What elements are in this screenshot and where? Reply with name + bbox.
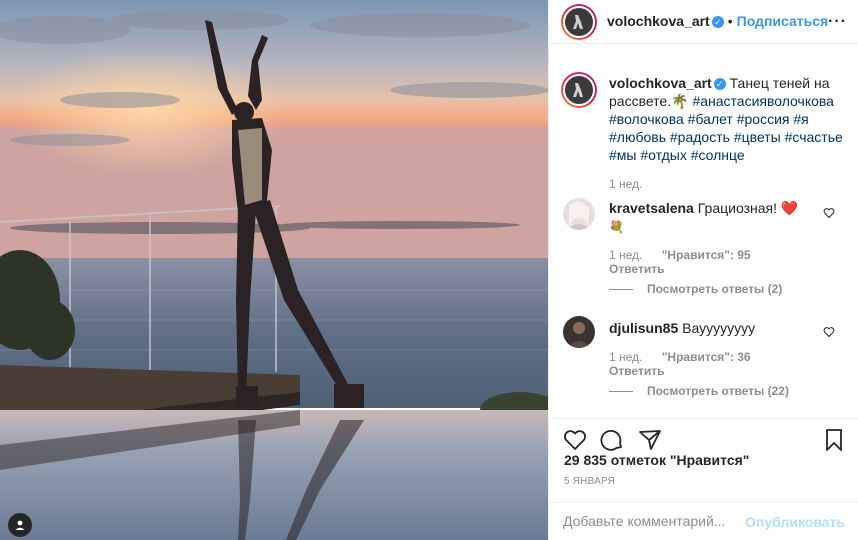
author-avatar[interactable] xyxy=(561,4,597,40)
palm-emoji: 🌴 xyxy=(671,93,689,109)
verified-icon: ✓ xyxy=(711,16,724,28)
heart-emoji: ❤️ xyxy=(780,200,799,216)
reply-button[interactable]: Ответить xyxy=(609,364,664,378)
sunset-dancer-image xyxy=(0,0,548,540)
comment-time[interactable]: 1 нед. xyxy=(609,350,642,364)
bookmark-icon[interactable] xyxy=(821,427,847,453)
reply-button[interactable]: Ответить xyxy=(609,262,664,276)
comment-icon[interactable] xyxy=(599,427,625,453)
post-header: volochkova_art ✓ • Подписаться ··· xyxy=(549,0,858,44)
publish-button[interactable]: Опубликовать xyxy=(745,514,845,530)
view-replies-button[interactable]: Посмотреть ответы (2) xyxy=(609,282,782,296)
post-side-panel: volochkova_art ✓ • Подписаться ··· volochko… xyxy=(548,0,858,540)
heart-icon[interactable] xyxy=(823,326,835,338)
view-replies-label: Посмотреть ответы (2) xyxy=(647,282,783,296)
hashtag[interactable]: #радость xyxy=(670,129,730,145)
post-caption: volochkova_art ✓ Танец теней на рассвете.… xyxy=(609,74,849,164)
comment-text: Грациозная! xyxy=(697,200,781,216)
share-icon[interactable] xyxy=(637,427,663,453)
replies-divider xyxy=(609,390,633,392)
heart-icon[interactable] xyxy=(562,427,588,453)
comment-body: djulisun85 Вауууууууу xyxy=(609,319,839,337)
hashtag[interactable]: #балет xyxy=(688,111,733,127)
comments-list[interactable]: volochkova_art ✓ Танец теней на рассвете.… xyxy=(549,44,858,418)
hashtag[interactable]: #волочкова xyxy=(609,111,684,127)
view-replies-button[interactable]: Посмотреть ответы (22) xyxy=(609,384,789,398)
follow-button[interactable]: Подписаться xyxy=(737,13,829,29)
comment-time[interactable]: 1 нед. xyxy=(609,248,642,262)
comment-likes[interactable]: "Нравится": 36 xyxy=(662,350,751,364)
comment-text: Вауууууууу xyxy=(682,320,756,336)
comment-username[interactable]: djulisun85 xyxy=(609,320,678,336)
comment-avatar[interactable] xyxy=(563,198,595,230)
hashtag[interactable]: #я xyxy=(793,111,808,127)
user-tag-icon[interactable] xyxy=(8,513,32,537)
view-replies-label: Посмотреть ответы (22) xyxy=(647,384,789,398)
caption-username[interactable]: volochkova_art xyxy=(609,75,712,91)
bouquet-emoji: 💐 xyxy=(609,220,624,234)
hashtag[interactable]: #россия xyxy=(737,111,790,127)
separator-dot: • xyxy=(727,13,733,29)
comment-meta: 1 нед. "Нравится": 36 xyxy=(609,350,751,364)
author-username[interactable]: volochkova_art xyxy=(607,13,710,29)
hashtag[interactable]: #анастасияволочкова xyxy=(692,93,834,109)
heart-icon[interactable] xyxy=(823,207,835,219)
comment-likes[interactable]: "Нравится": 95 xyxy=(662,248,751,262)
caption-avatar[interactable] xyxy=(561,72,597,108)
caption-time[interactable]: 1 нед. xyxy=(609,177,642,191)
header-user-line: volochkova_art ✓ • Подписаться xyxy=(607,13,828,29)
comment-body: kravetsalena Грациозная! ❤️ 💐 xyxy=(609,199,839,236)
hashtag[interactable]: #счастье xyxy=(785,129,843,145)
comment-avatar[interactable] xyxy=(563,316,595,348)
comment-username[interactable]: kravetsalena xyxy=(609,200,694,216)
add-comment-bar: Опубликовать xyxy=(549,502,858,540)
more-icon[interactable]: ··· xyxy=(828,13,847,31)
verified-icon: ✓ xyxy=(713,78,726,90)
hashtag[interactable]: #солнце xyxy=(691,147,745,163)
hashtag[interactable]: #любовь xyxy=(609,129,666,145)
replies-divider xyxy=(609,288,633,290)
comment-meta: 1 нед. "Нравится": 95 xyxy=(609,248,751,262)
hashtag[interactable]: #отдых xyxy=(640,147,686,163)
likes-count[interactable]: 29 835 отметок "Нравится" xyxy=(564,452,749,468)
post-date[interactable]: 5 ЯНВАРЯ xyxy=(564,476,615,487)
post-photo[interactable] xyxy=(0,0,548,540)
hashtag[interactable]: #мы xyxy=(609,147,636,163)
hashtag[interactable]: #цветы xyxy=(734,129,781,145)
comment-input[interactable] xyxy=(563,513,763,529)
